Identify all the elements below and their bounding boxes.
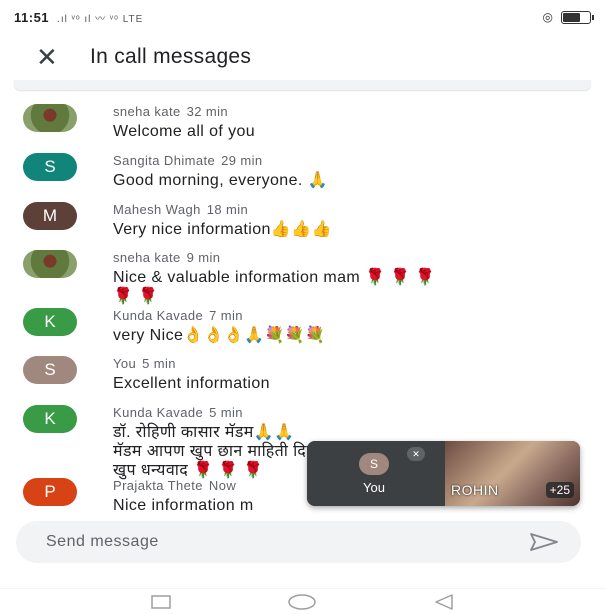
send-icon[interactable] bbox=[527, 530, 561, 554]
sender-name: Sangita Dhimate bbox=[113, 153, 216, 168]
message-input[interactable] bbox=[46, 533, 527, 551]
participant-count-badge[interactable]: +25 bbox=[545, 482, 574, 498]
sender-name: You bbox=[113, 356, 137, 371]
message-header: Sangita Dhimate 29 min bbox=[113, 153, 263, 168]
avatar: S bbox=[359, 453, 389, 475]
message-time: 29 min bbox=[221, 153, 263, 168]
page-title: In call messages bbox=[90, 45, 252, 68]
remote-tile[interactable]: ROHIN +25 bbox=[445, 441, 580, 506]
mic-off-icon: ✕ bbox=[407, 447, 425, 461]
signal-indicators: .ıl ᵛᵒ ıl 〰 ᵛᵒ LTE bbox=[57, 13, 144, 25]
message-header: Kunda Kavade 5 min bbox=[113, 405, 243, 420]
sender-name: Prajakta Thete bbox=[113, 478, 203, 493]
message-text: Welcome all of you bbox=[113, 123, 256, 140]
message-time: 32 min bbox=[186, 104, 229, 119]
message-header: sneha kate 32 min bbox=[113, 104, 228, 119]
avatar bbox=[23, 104, 77, 132]
avatar bbox=[23, 250, 77, 278]
message-text: Very nice information👍👍👍 bbox=[113, 221, 332, 238]
message-text: Nice & valuable information mam 🌹 🌹 🌹 🌹 … bbox=[113, 269, 436, 305]
avatar: K bbox=[23, 308, 77, 336]
avatar: S bbox=[23, 153, 77, 181]
message-text: very Nice👌👌👌🙏💐💐💐 bbox=[113, 327, 326, 344]
self-tile[interactable]: S ✕ You bbox=[307, 441, 441, 506]
message-time: 9 min bbox=[186, 250, 221, 265]
clock: 11:51 bbox=[14, 9, 50, 25]
message-time: 7 min bbox=[209, 308, 243, 323]
app-bar: ✕ In call messages bbox=[0, 34, 605, 80]
remote-name: ROHIN bbox=[451, 482, 499, 498]
header-divider bbox=[14, 80, 591, 90]
message-header: sneha kate 9 min bbox=[113, 250, 220, 265]
message-time: 5 min bbox=[209, 405, 243, 420]
message-composer bbox=[16, 521, 581, 563]
status-bar: 11:51 .ıl ᵛᵒ ıl 〰 ᵛᵒ LTE ◎ bbox=[0, 0, 605, 34]
message-time: 18 min bbox=[206, 202, 249, 217]
sender-name: sneha kate bbox=[113, 250, 181, 265]
sender-name: Kunda Kavade bbox=[113, 308, 204, 323]
avatar: S bbox=[23, 356, 77, 384]
message-header: You 5 min bbox=[113, 356, 176, 371]
lock-icon: ◎ bbox=[542, 10, 553, 24]
recents-icon[interactable] bbox=[146, 591, 176, 613]
message-text: Good morning, everyone. 🙏 bbox=[113, 172, 328, 189]
message-header: Prajakta Thete Now bbox=[113, 478, 236, 493]
message-header: Kunda Kavade 7 min bbox=[113, 308, 243, 323]
self-label: You bbox=[363, 480, 385, 495]
close-icon[interactable]: ✕ bbox=[36, 44, 66, 70]
video-pip[interactable]: S ✕ You ROHIN +25 bbox=[307, 441, 580, 506]
message-time: Now bbox=[208, 478, 237, 493]
back-icon[interactable] bbox=[429, 591, 459, 613]
sender-name: Kunda Kavade bbox=[113, 405, 204, 420]
system-nav-bar bbox=[0, 588, 605, 614]
sender-name: sneha kate bbox=[113, 104, 181, 119]
home-icon[interactable] bbox=[287, 591, 317, 613]
avatar: M bbox=[23, 202, 77, 230]
avatar: K bbox=[23, 405, 77, 433]
message-time: 5 min bbox=[142, 356, 176, 371]
message-header: Mahesh Wagh 18 min bbox=[113, 202, 248, 217]
avatar: P bbox=[23, 478, 77, 506]
sender-name: Mahesh Wagh bbox=[113, 202, 201, 217]
message-text: Excellent information bbox=[113, 375, 270, 392]
battery-icon bbox=[561, 10, 594, 24]
